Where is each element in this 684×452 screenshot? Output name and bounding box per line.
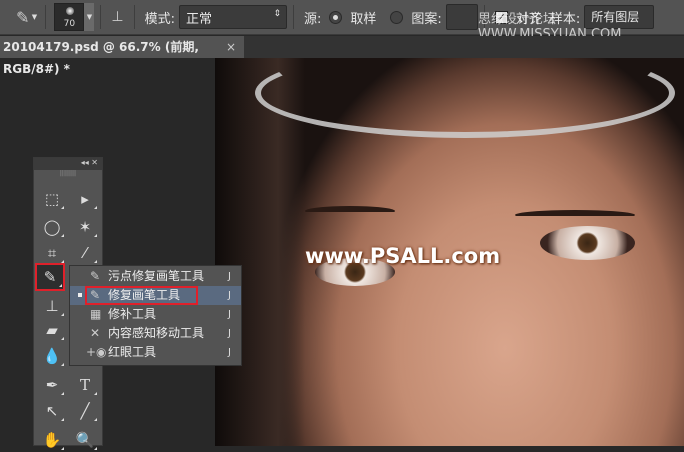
psall-watermark: www.PSALL.com <box>305 244 501 268</box>
document-tab[interactable]: 20104179.psd @ 66.7% (前期, RGB/8#) * × <box>0 36 244 76</box>
menu-item-label: 红眼工具 <box>108 345 157 359</box>
eyedropper-tool-icon[interactable]: ⁄ <box>72 241 98 265</box>
menu-item-label: 污点修复画笔工具 <box>108 269 205 283</box>
source-sampled-radio[interactable] <box>329 10 343 24</box>
clone-source-panel-icon[interactable]: ⊥ <box>111 9 123 25</box>
eraser-tool-icon[interactable]: ▰ <box>39 318 65 342</box>
path-selection-tool-icon[interactable]: ↖ <box>39 399 65 423</box>
lasso-tool-icon[interactable]: ◯ <box>39 215 65 239</box>
stamp-tool-icon[interactable]: ⊥ <box>39 294 65 318</box>
shortcut-key: J <box>228 271 231 282</box>
patch-tool-icon: ▦ <box>90 307 102 321</box>
source-pattern-label: 图案: <box>411 11 442 27</box>
source-sampled-label: 取样 <box>350 11 377 27</box>
document-tab-bar: 20104179.psd @ 66.7% (前期, RGB/8#) * × <box>0 36 684 76</box>
brush-size: 70 <box>63 19 76 29</box>
menu-item-label: 修补工具 <box>108 307 157 321</box>
close-tab-button[interactable]: × <box>226 36 236 58</box>
spot-healing-brush-icon: ✎ <box>90 269 101 283</box>
shortcut-key: J <box>228 328 231 339</box>
right-eyebrow <box>515 210 635 220</box>
menu-item-patch[interactable]: ▦ 修补工具 J <box>70 305 241 324</box>
highlight-box <box>85 286 198 305</box>
content-aware-move-icon: ✕ <box>90 326 101 340</box>
zoom-tool-icon[interactable]: 🔍 <box>72 428 98 452</box>
menu-item-content-aware-move[interactable]: ✕ 内容感知移动工具 J <box>70 324 241 343</box>
menu-item-red-eye[interactable]: +◉ 红眼工具 J <box>70 343 241 362</box>
pen-tool-icon[interactable]: ✒ <box>39 373 65 397</box>
mode-label: 模式: <box>144 11 175 27</box>
shortcut-key: J <box>228 309 231 320</box>
magic-wand-tool-icon[interactable]: ✶ <box>72 215 98 239</box>
collapse-panel-button[interactable]: ◂◂ <box>81 158 89 167</box>
right-eye <box>540 226 635 260</box>
shortcut-key: J <box>228 290 231 301</box>
menu-item-label: 内容感知移动工具 <box>108 326 205 340</box>
close-panel-button[interactable]: ✕ <box>91 158 98 167</box>
healing-brush-tool-preset-icon[interactable]: ✎ <box>16 8 29 27</box>
tool-preset-dropdown[interactable]: ▼ <box>29 3 39 31</box>
canvas-image[interactable]: www.PSALL.com <box>215 58 684 446</box>
mode-select[interactable]: 正常 ⇕ <box>179 5 287 29</box>
red-eye-icon: +◉ <box>86 345 107 359</box>
panel-grip[interactable]: |||||||| <box>34 170 102 178</box>
marquee-tool-icon[interactable]: ⬚ <box>39 187 65 211</box>
type-tool-icon[interactable]: T <box>72 373 98 397</box>
selected-bullet-icon <box>78 293 82 297</box>
source-pattern-radio[interactable] <box>390 10 404 24</box>
shortcut-key: J <box>228 347 231 358</box>
line-tool-icon[interactable]: ╱ <box>72 399 98 423</box>
left-eyebrow <box>305 206 395 216</box>
crop-tool-icon[interactable]: ⌗ <box>39 241 65 265</box>
blur-tool-icon[interactable]: 💧 <box>39 344 65 368</box>
document-tab-title: 20104179.psd @ 66.7% (前期, RGB/8#) * <box>3 40 199 76</box>
thorn-crown <box>255 58 675 138</box>
brush-tip-icon <box>66 7 75 15</box>
mode-value: 正常 <box>186 12 213 27</box>
menu-item-spot-healing-brush[interactable]: ✎ 污点修复画笔工具 J <box>70 267 241 286</box>
brush-picker[interactable]: 70 <box>54 3 85 31</box>
pattern-picker[interactable] <box>445 4 478 30</box>
tools-panel-header[interactable]: ◂◂ ✕ <box>34 158 102 170</box>
move-tool-icon[interactable]: ▸ <box>72 187 98 211</box>
healing-tools-flyout: ✎ 污点修复画笔工具 J ✎ 修复画笔工具 J ▦ 修补工具 J ✕ 内容感知移动工具 J +◉… <box>69 265 242 366</box>
hand-tool-icon[interactable]: ✋ <box>39 428 65 452</box>
healing-brush-tool-icon[interactable]: ✎ <box>35 263 65 291</box>
brush-picker-dropdown[interactable]: ▼ <box>84 3 95 31</box>
source-label: 源: <box>304 11 322 27</box>
